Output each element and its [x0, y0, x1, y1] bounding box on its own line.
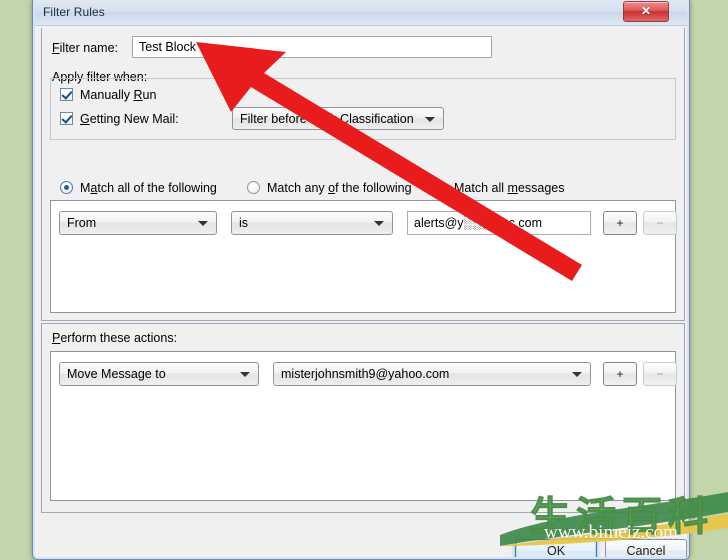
dialog-title: Filter Rules — [43, 5, 105, 19]
radio-selected-icon — [60, 181, 73, 194]
actions-group-label-text: erform these actions: — [60, 331, 178, 345]
checkbox-getting-new-mail[interactable]: Getting New Mail: — [60, 112, 179, 126]
dropdown-action-target[interactable]: misterjohnsmith9@yahoo.com — [273, 362, 591, 386]
radio-match-all-messages-label: Match all messages — [454, 181, 565, 195]
filter-name-label: Filter name: — [52, 41, 118, 55]
remove-action-button[interactable]: − — [643, 362, 677, 386]
dropdown-condition-field-value: From — [67, 216, 97, 230]
dropdown-condition-field[interactable]: From — [59, 211, 217, 235]
dropdown-filter-timing[interactable]: Filter before Junk Classification — [232, 107, 444, 130]
chevron-down-icon — [374, 221, 384, 226]
filter-name-input[interactable] — [132, 36, 492, 58]
filter-definition-panel: Filter name: Apply filter when: Manually… — [41, 28, 685, 321]
action-row: Move Message to misterjohnsmith9@yahoo.c… — [59, 362, 677, 386]
dialog-titlebar: Filter Rules ✕ — [33, 0, 689, 26]
chevron-down-icon — [198, 221, 208, 226]
radio-match-any-following[interactable]: Match any of the following — [247, 181, 412, 195]
ok-button[interactable]: OK — [515, 539, 597, 559]
dropdown-action-target-value: misterjohnsmith9@yahoo.com — [281, 367, 450, 381]
filter-name-row: Filter name: — [50, 36, 676, 62]
filter-name-label-text: ilter name: — [59, 41, 118, 55]
chevron-down-icon — [572, 372, 582, 377]
chevron-down-icon — [425, 116, 435, 122]
actions-panel: Perform these actions: Move Message to m… — [41, 323, 685, 513]
cancel-button[interactable]: Cancel — [605, 539, 687, 559]
radio-match-all-messages[interactable]: Match all messages — [434, 181, 564, 195]
checkbox-manually-run[interactable]: Manually Run — [60, 88, 156, 102]
dropdown-action-type-value: Move Message to — [67, 367, 166, 381]
radio-unselected-icon — [434, 181, 447, 194]
dropdown-action-type[interactable]: Move Message to — [59, 362, 259, 386]
dropdown-condition-operator-value: is — [239, 216, 249, 230]
radio-match-all-following[interactable]: Match all of the following — [60, 181, 217, 195]
close-button[interactable]: ✕ — [623, 1, 669, 22]
conditions-list-panel: From is + − — [50, 200, 677, 313]
radio-match-any-following-label: Match any of the following — [267, 181, 412, 195]
add-condition-button[interactable]: + — [603, 211, 637, 235]
checkbox-getting-new-mail-label: Getting New Mail: — [80, 112, 179, 126]
dialog-button-bar: OK Cancel — [36, 518, 687, 559]
dialog-client-area: Filter name: Apply filter when: Manually… — [36, 26, 687, 559]
filter-name-accel: F — [52, 41, 60, 55]
actions-group-label: Perform these actions: — [52, 331, 177, 345]
remove-condition-button[interactable]: − — [643, 211, 677, 235]
condition-value-input[interactable] — [407, 211, 591, 235]
dropdown-condition-operator[interactable]: is — [231, 211, 393, 235]
dropdown-filter-timing-value: Filter before Junk Classification — [240, 111, 414, 126]
radio-unselected-icon — [247, 181, 260, 194]
checkbox-checked-icon — [60, 112, 73, 125]
condition-row: From is + − — [59, 211, 677, 235]
checkbox-manually-run-label: Manually Run — [80, 88, 157, 102]
actions-list-panel: Move Message to misterjohnsmith9@yahoo.c… — [50, 351, 677, 501]
add-action-button[interactable]: + — [603, 362, 637, 386]
checkbox-checked-icon — [60, 88, 73, 101]
close-icon: ✕ — [640, 4, 652, 18]
radio-match-all-following-label: Match all of the following — [80, 181, 217, 195]
chevron-down-icon — [240, 372, 250, 377]
filter-rules-dialog: Filter Rules ✕ Filter name: Apply filter… — [32, 0, 690, 560]
